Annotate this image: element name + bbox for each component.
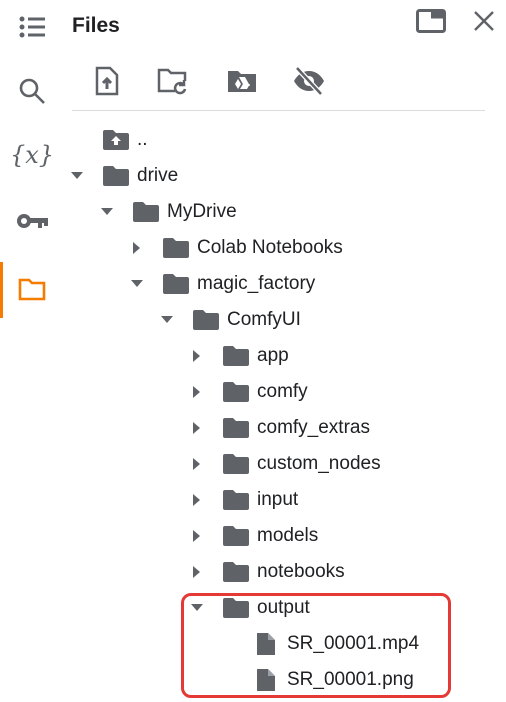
folder-icon xyxy=(222,380,250,404)
folder-icon xyxy=(132,200,160,224)
folder-item[interactable]: drive xyxy=(0,158,506,194)
item-label: Colab Notebooks xyxy=(197,237,343,258)
caret-right-icon[interactable] xyxy=(189,564,205,580)
caret-down-icon[interactable] xyxy=(99,204,115,220)
caret-down-icon[interactable] xyxy=(69,168,85,184)
panel-title: Files xyxy=(72,14,120,37)
refresh-button[interactable] xyxy=(156,64,190,98)
folder-item[interactable]: notebooks xyxy=(0,554,506,590)
item-label: ComfyUI xyxy=(227,309,301,330)
folder-icon xyxy=(222,488,250,512)
caret-right-icon[interactable] xyxy=(189,528,205,544)
parent-folder-icon xyxy=(102,128,130,152)
caret-right-icon[interactable] xyxy=(189,420,205,436)
search-icon[interactable] xyxy=(14,73,50,109)
folder-icon xyxy=(222,416,250,440)
folder-item[interactable]: custom_nodes xyxy=(0,446,506,482)
item-label: notebooks xyxy=(257,561,345,582)
close-button[interactable] xyxy=(467,6,501,36)
toolbar-divider xyxy=(72,110,485,111)
folder-icon xyxy=(222,560,250,584)
caret-down-icon[interactable] xyxy=(129,276,145,292)
item-label: magic_factory xyxy=(197,273,316,294)
folder-icon xyxy=(222,344,250,368)
item-label: models xyxy=(257,525,319,546)
folder-icon xyxy=(222,524,250,548)
item-label: drive xyxy=(137,165,179,186)
caret-right-icon[interactable] xyxy=(189,492,205,508)
mount-drive-button[interactable] xyxy=(225,64,259,98)
folder-icon xyxy=(192,308,220,332)
folder-item[interactable]: app xyxy=(0,338,506,374)
folder-item[interactable]: models xyxy=(0,518,506,554)
caret-right-icon[interactable] xyxy=(129,240,145,256)
folder-item[interactable]: Colab Notebooks xyxy=(0,230,506,266)
folder-icon xyxy=(162,272,190,296)
folder-item[interactable]: MyDrive xyxy=(0,194,506,230)
folder-item[interactable]: comfy_extras xyxy=(0,410,506,446)
item-label: custom_nodes xyxy=(257,453,381,474)
table-of-contents-icon[interactable] xyxy=(14,9,50,45)
folder-icon xyxy=(102,164,130,188)
item-label: .. xyxy=(137,129,148,150)
item-label: comfy_extras xyxy=(257,417,370,438)
item-label: MyDrive xyxy=(167,201,237,222)
folder-item[interactable]: .. xyxy=(0,122,506,158)
highlight-box xyxy=(181,593,451,698)
caret-right-icon[interactable] xyxy=(189,456,205,472)
item-label: app xyxy=(257,345,289,366)
folder-item[interactable]: ComfyUI xyxy=(0,302,506,338)
item-label: comfy xyxy=(257,381,308,402)
caret-right-icon[interactable] xyxy=(189,348,205,364)
folder-item[interactable]: input xyxy=(0,482,506,518)
folder-item[interactable]: comfy xyxy=(0,374,506,410)
caret-down-icon[interactable] xyxy=(159,312,175,328)
hide-files-button[interactable] xyxy=(292,64,326,98)
item-label: input xyxy=(257,489,299,510)
open-in-tab-button[interactable] xyxy=(414,6,448,36)
folder-icon xyxy=(162,236,190,260)
folder-icon xyxy=(222,452,250,476)
caret-right-icon[interactable] xyxy=(189,384,205,400)
upload-file-button[interactable] xyxy=(90,64,124,98)
folder-item[interactable]: magic_factory xyxy=(0,266,506,302)
